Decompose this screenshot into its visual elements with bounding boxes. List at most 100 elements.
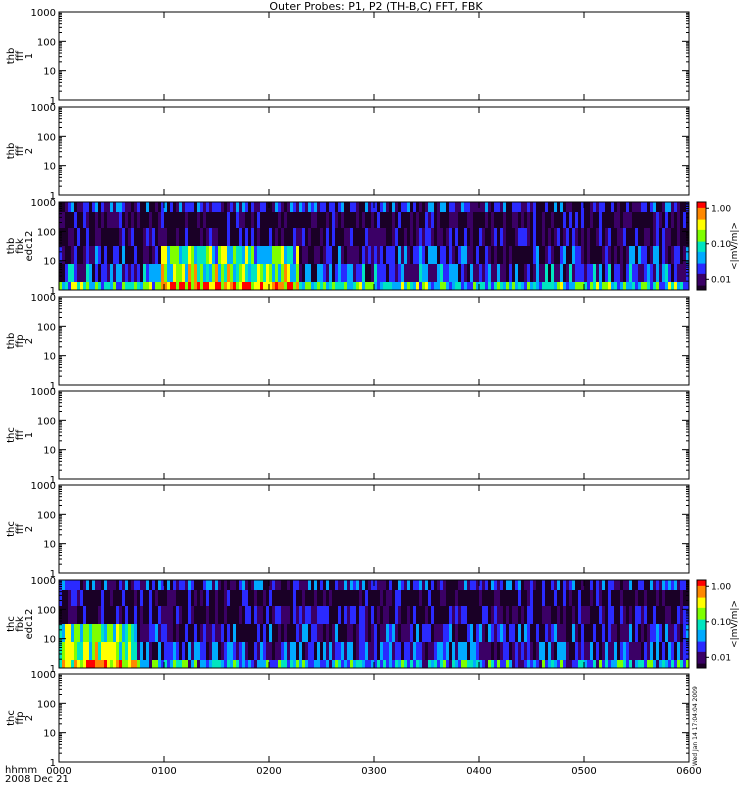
cell — [410, 202, 414, 212]
cell — [554, 212, 558, 228]
cell — [269, 212, 273, 228]
cell — [173, 624, 177, 642]
cell — [137, 590, 141, 606]
cell — [323, 624, 327, 642]
cell — [527, 590, 531, 606]
cell — [152, 606, 156, 624]
cell — [584, 212, 588, 228]
cell — [305, 606, 309, 624]
cell — [431, 264, 435, 282]
cell — [299, 660, 303, 668]
cell — [230, 202, 234, 212]
cell — [374, 606, 378, 624]
cell — [452, 580, 456, 590]
cell — [593, 246, 597, 264]
cell — [224, 246, 228, 264]
cell — [587, 606, 591, 624]
cell — [80, 202, 84, 212]
cell — [296, 580, 300, 590]
cell — [173, 282, 177, 290]
cell — [560, 660, 564, 668]
cell — [176, 660, 180, 668]
cell — [653, 660, 657, 668]
cell — [404, 580, 408, 590]
cell — [641, 212, 645, 228]
cell — [473, 606, 477, 624]
cell — [134, 606, 138, 624]
cell — [308, 282, 312, 290]
cell — [494, 590, 498, 606]
cell — [440, 580, 444, 590]
cell — [362, 212, 366, 228]
cell — [200, 282, 204, 290]
cell — [635, 264, 639, 282]
cell — [299, 202, 303, 212]
colorbar-label: <|mV/m|> — [730, 222, 740, 270]
cell — [425, 246, 429, 264]
cell — [395, 642, 399, 660]
cell — [353, 202, 357, 212]
cell — [410, 580, 414, 590]
cell — [647, 282, 651, 290]
cell — [128, 282, 132, 290]
cell — [647, 660, 651, 668]
cell — [290, 606, 294, 624]
cell — [545, 590, 549, 606]
cell — [311, 264, 315, 282]
cell — [284, 580, 288, 590]
cell — [488, 590, 492, 606]
cell — [599, 660, 603, 668]
cell — [458, 606, 462, 624]
cell — [95, 282, 99, 290]
cell — [566, 590, 570, 606]
cell — [536, 624, 540, 642]
cell — [401, 202, 405, 212]
cell — [545, 246, 549, 264]
cell — [245, 246, 249, 264]
cell — [479, 642, 483, 660]
cell — [674, 660, 678, 668]
cell — [404, 590, 408, 606]
cell — [77, 264, 81, 282]
cell — [167, 228, 171, 246]
cell — [134, 228, 138, 246]
cell — [647, 228, 651, 246]
cell — [62, 212, 66, 228]
cell — [185, 642, 189, 660]
cell — [650, 282, 654, 290]
cell — [578, 606, 582, 624]
cell — [335, 606, 339, 624]
cell — [140, 228, 144, 246]
cell — [311, 202, 315, 212]
y-tick-label: 1000 — [31, 670, 56, 681]
cell — [302, 642, 306, 660]
cell — [452, 282, 456, 290]
cell — [386, 212, 390, 228]
cell — [653, 580, 657, 590]
cell — [338, 212, 342, 228]
cell — [212, 282, 216, 290]
cell — [488, 606, 492, 624]
cell — [569, 624, 573, 642]
cell — [65, 246, 69, 264]
cell — [650, 264, 654, 282]
cell — [134, 282, 138, 290]
cell — [668, 264, 672, 282]
cell — [146, 212, 150, 228]
cell — [365, 660, 369, 668]
cell — [431, 642, 435, 660]
cell — [329, 606, 333, 624]
cell — [314, 660, 318, 668]
cell — [323, 228, 327, 246]
cell — [377, 580, 381, 590]
cell — [104, 264, 108, 282]
cell — [518, 228, 522, 246]
cell — [521, 580, 525, 590]
cell — [668, 212, 672, 228]
cell — [632, 282, 636, 290]
y-tick-label: 1000 — [31, 103, 56, 114]
cell — [581, 642, 585, 660]
cell — [197, 660, 201, 668]
cell — [626, 212, 630, 228]
cell — [659, 642, 663, 660]
